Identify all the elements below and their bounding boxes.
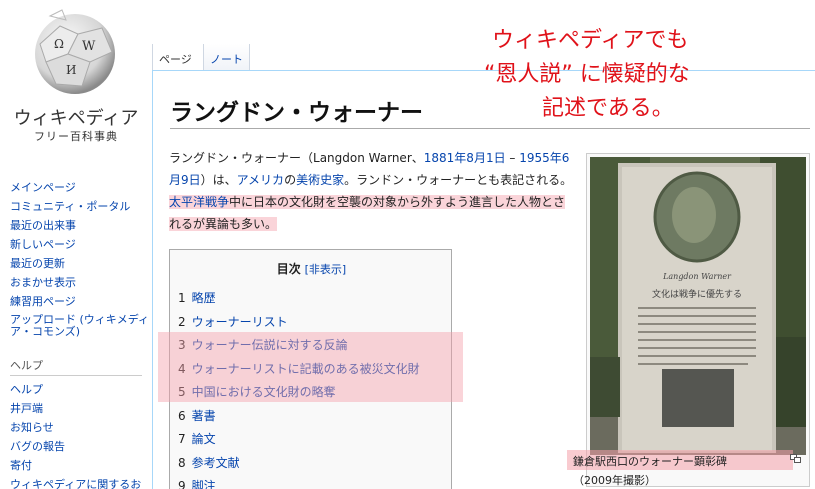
- lead-text: （Langdon Warner、: [301, 151, 424, 165]
- toc-number: 9: [178, 479, 186, 489]
- toc-item[interactable]: 1 略歴: [178, 287, 420, 311]
- toc-item[interactable]: 6 著書: [178, 405, 420, 429]
- toc-highlight-overlay: [158, 332, 463, 402]
- tab-talk[interactable]: ノート: [204, 44, 250, 71]
- highlighted-claim: 太平洋戦争中に日本の文化財を空襲の対象から外すよう進言した人物とされるが異論も多…: [169, 195, 566, 231]
- nav-sandbox[interactable]: 練習用ページ: [10, 292, 150, 311]
- site-subtitle: フリー百科事典: [34, 130, 118, 143]
- image-caption-date: （2009年撮影）: [573, 474, 656, 487]
- toc-title: 目次: [276, 262, 301, 276]
- annotation-line: ウィキペディアでも: [492, 28, 689, 53]
- nav-upload[interactable]: アップロード (ウィキメディア・コモンズ): [10, 311, 150, 339]
- lead-text: 中に日本の文化財を空襲の対象から外すよう進言した人物とされるが異論も多い。: [169, 195, 566, 231]
- help-section-heading: ヘルプ: [10, 359, 43, 372]
- lead-text: –: [505, 151, 520, 165]
- toc-number: 6: [178, 408, 186, 423]
- toc-link[interactable]: ウォーナーリスト: [192, 315, 288, 329]
- navigation-menu: メインページ コミュニティ・ポータル 最近の出来事 新しいページ 最近の更新 お…: [10, 178, 150, 339]
- image-caption: 鎌倉駅西口のウォーナー顕彰碑: [573, 455, 727, 468]
- lead-text: の: [284, 173, 297, 187]
- lead-paragraph: ラングドン・ウォーナー（Langdon Warner、1881年8月1日 – 1…: [169, 147, 573, 235]
- toc-hide-toggle[interactable]: [非表示]: [305, 263, 347, 276]
- nav-about-wikipedia[interactable]: ウィキペディアに関するお: [10, 475, 150, 489]
- toc-number: 1: [178, 291, 186, 305]
- image-thumbnail: Langdon Warner 文化は戦争に優先する 鎌倉駅西口のウォーナー顕彰碑…: [567, 153, 810, 487]
- toc-item[interactable]: 7 論文: [178, 428, 420, 452]
- annotation-line: 記述である。: [542, 96, 674, 121]
- toc-item[interactable]: 2 ウォーナーリスト: [178, 311, 420, 335]
- nav-new-pages[interactable]: 新しいページ: [10, 235, 150, 254]
- enlarge-icon[interactable]: [790, 454, 801, 463]
- nav-help[interactable]: ヘルプ: [10, 380, 150, 399]
- toc-link[interactable]: 脚注: [192, 479, 216, 489]
- svg-text:И: И: [66, 63, 76, 77]
- toc-number: 2: [178, 314, 186, 329]
- plaque-text: 文化は戦争に優先する: [652, 288, 742, 300]
- lead-text: 。ランドン・ウォーナーとも表記される。: [344, 173, 573, 187]
- toc-item[interactable]: 8 参考文献: [178, 452, 420, 476]
- toc-link[interactable]: 論文: [192, 432, 216, 446]
- toc-link[interactable]: 著書: [192, 409, 216, 423]
- article-content: ラングドン・ウォーナー ラングドン・ウォーナー（Langdon Warner、1…: [152, 70, 815, 489]
- link-birth-date[interactable]: 1881年8月1日: [424, 151, 506, 165]
- wikipedia-globe-logo[interactable]: Ω W И: [20, 4, 130, 96]
- nav-donate[interactable]: 寄付: [10, 456, 150, 475]
- divider: [10, 375, 142, 376]
- site-name: ウィキペディア: [13, 108, 139, 129]
- plaque-heading: Langdon Warner: [662, 272, 732, 281]
- title-divider: [170, 128, 810, 129]
- nav-bug-report[interactable]: バグの報告: [10, 437, 150, 456]
- toc-number: 7: [178, 432, 186, 446]
- page-title: ラングドン・ウォーナー: [170, 100, 423, 126]
- lead-text: ）は、: [200, 173, 237, 187]
- nav-current-events[interactable]: 最近の出来事: [10, 216, 150, 235]
- nav-main-page[interactable]: メインページ: [10, 178, 150, 197]
- help-menu: ヘルプ 井戸端 お知らせ バグの報告 寄付 ウィキペディアに関するお: [10, 380, 150, 489]
- toc-link[interactable]: 参考文献: [192, 456, 240, 470]
- memorial-photo[interactable]: Langdon Warner 文化は戦争に優先する: [590, 157, 806, 455]
- link-art-historian[interactable]: 美術史家: [296, 173, 344, 187]
- sidebar: Ω W И ウィキペディア フリー百科事典 メインページ コミュニティ・ポータル…: [0, 0, 150, 489]
- nav-announcements[interactable]: お知らせ: [10, 418, 150, 437]
- nav-community-portal[interactable]: コミュニティ・ポータル: [10, 197, 150, 216]
- toc-item[interactable]: 9 脚注: [178, 475, 420, 489]
- toc-link[interactable]: 略歴: [192, 291, 216, 305]
- subject-name: ラングドン・ウォーナー: [169, 151, 302, 165]
- annotation-line: “恩人説” に懐疑的な: [484, 62, 690, 87]
- toc-header: 目次 [非表示]: [170, 260, 453, 277]
- svg-text:Ω: Ω: [54, 37, 64, 51]
- link-pacific-war[interactable]: 太平洋戦争: [169, 195, 229, 209]
- toc-number: 8: [178, 455, 186, 470]
- link-america[interactable]: アメリカ: [237, 173, 284, 187]
- svg-text:W: W: [82, 39, 96, 54]
- tab-page[interactable]: ページ: [152, 44, 204, 71]
- nav-random-page[interactable]: おまかせ表示: [10, 273, 150, 292]
- nav-village-pump[interactable]: 井戸端: [10, 399, 150, 418]
- nav-recent-changes[interactable]: 最近の更新: [10, 254, 150, 273]
